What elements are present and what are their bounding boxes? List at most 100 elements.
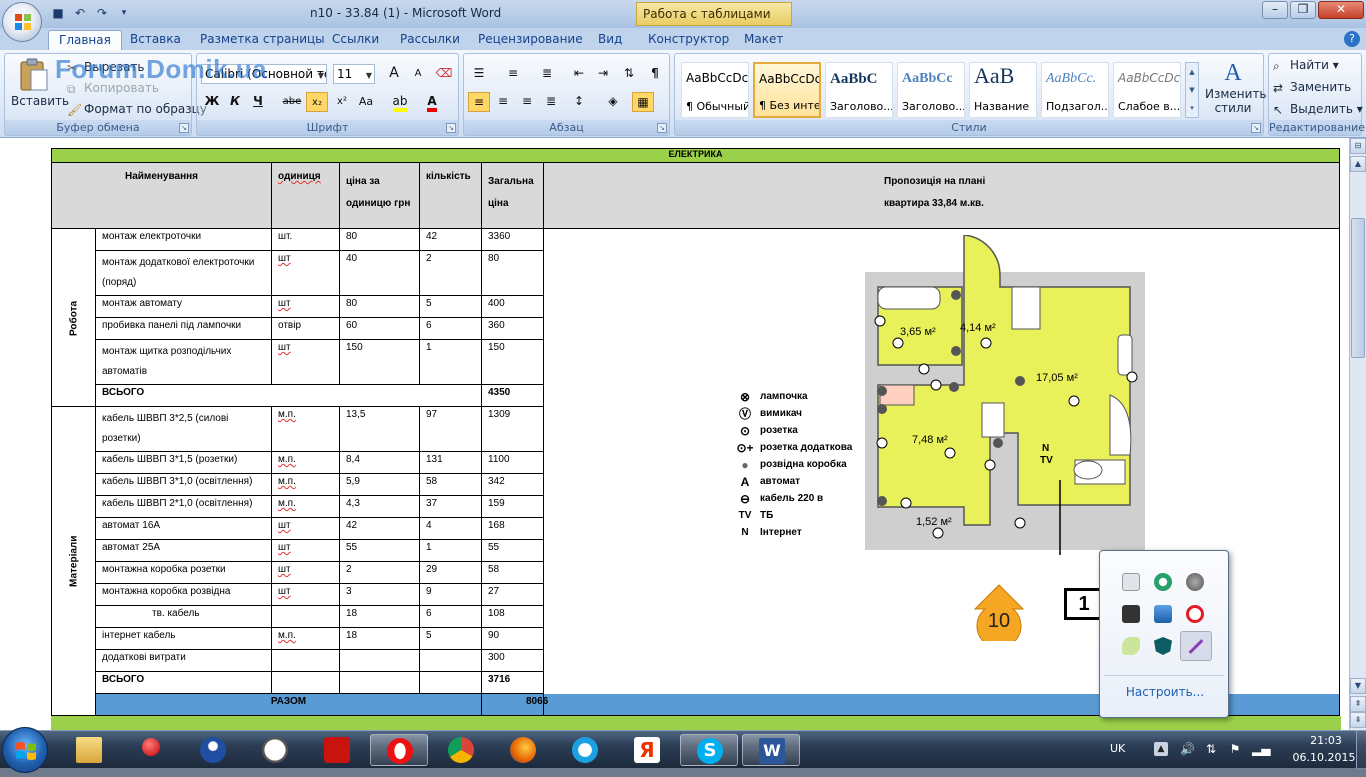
bullets-icon[interactable]: ☰ xyxy=(468,64,490,84)
minimize-button[interactable]: – xyxy=(1262,1,1288,19)
tab-mailings[interactable]: Рассылки xyxy=(390,30,470,50)
taskbar-user-app[interactable] xyxy=(184,734,242,766)
taskbar-yandex[interactable]: Я xyxy=(618,734,676,766)
style-normal[interactable]: AaBbCcDc ¶ Обычный xyxy=(681,62,749,118)
tab-home[interactable]: Главная xyxy=(48,30,122,50)
clock-date[interactable]: 06.10.2015 xyxy=(1286,751,1362,764)
change-styles-button[interactable]: A Изменить стили xyxy=(1205,60,1267,115)
numbering-icon[interactable]: ≡ xyxy=(502,64,524,84)
line-spacing-icon[interactable]: ↕ xyxy=(568,92,590,112)
taskbar-clock-app[interactable] xyxy=(246,734,304,766)
multilevel-list-icon[interactable]: ≣ xyxy=(536,64,558,84)
sort-icon[interactable]: ⇅ xyxy=(618,64,640,84)
network-tray-icon[interactable] xyxy=(1154,605,1172,623)
leaf-tray-icon[interactable] xyxy=(1122,637,1140,655)
action-center-icon[interactable]: ⚑ xyxy=(1228,742,1242,756)
shading-icon[interactable]: ◈ xyxy=(602,92,624,112)
align-left-icon[interactable]: ≡ xyxy=(468,92,490,112)
redo-icon[interactable]: ↷ xyxy=(94,5,110,21)
taskbar-explorer[interactable] xyxy=(60,734,118,766)
taskbar-pin-app[interactable] xyxy=(122,734,180,766)
office-button[interactable] xyxy=(2,2,42,42)
paragraph-launcher-icon[interactable]: ↘ xyxy=(657,123,667,133)
undo-icon[interactable]: ↶ xyxy=(72,5,88,21)
monitor-tray-icon[interactable] xyxy=(1122,605,1140,623)
style-subtle-emphasis[interactable]: AaBbCcDc Слабое в... xyxy=(1113,62,1181,118)
borders-icon[interactable]: ▦ xyxy=(632,92,654,112)
increase-indent-icon[interactable]: ⇥ xyxy=(592,64,614,84)
taskbar-ie[interactable] xyxy=(556,734,614,766)
font-launcher-icon[interactable]: ↘ xyxy=(446,123,456,133)
sync-tray-icon[interactable] xyxy=(1154,573,1172,591)
taskbar-pdf-app[interactable] xyxy=(308,734,366,766)
styles-scroll[interactable]: ▲ ▼ ▾ xyxy=(1185,62,1199,118)
clear-format-icon[interactable]: ⌫ xyxy=(433,64,455,84)
tray-configure-link[interactable]: Настроить... xyxy=(1100,685,1230,699)
taskbar-chrome[interactable] xyxy=(432,734,490,766)
style-subtitle[interactable]: AaBbCc. Подзагол... xyxy=(1041,62,1109,118)
bold-button[interactable]: Ж xyxy=(201,92,223,112)
shrink-font-button[interactable]: A xyxy=(407,64,429,84)
italic-button[interactable]: К xyxy=(224,92,246,112)
strikethrough-button[interactable]: abe xyxy=(281,92,303,112)
globe-tray-icon[interactable] xyxy=(1186,573,1204,591)
style-no-spacing[interactable]: AaBbCcDc ¶ Без инте... xyxy=(753,62,821,118)
format-painter-button[interactable]: 🖌 Формат по образцу xyxy=(67,102,207,117)
taskbar-opera[interactable] xyxy=(370,734,428,766)
font-color-icon[interactable]: A xyxy=(421,92,443,112)
scroll-down-icon[interactable]: ▼ xyxy=(1350,678,1366,694)
align-right-icon[interactable]: ≡ xyxy=(516,92,538,112)
underline-button[interactable]: Ч xyxy=(247,92,269,112)
show-hidden-icons-icon[interactable]: ▲ xyxy=(1154,742,1168,756)
show-desktop-button[interactable] xyxy=(1356,731,1366,769)
change-case-button[interactable]: Aa xyxy=(355,92,377,112)
find-button[interactable]: ⌕ Найти ▾ xyxy=(1273,58,1339,73)
tab-design[interactable]: Конструктор xyxy=(638,30,739,50)
paste-button[interactable]: Вставить xyxy=(11,94,69,108)
highlight-color-icon[interactable]: ab xyxy=(389,92,411,112)
network-icon[interactable]: ⇅ xyxy=(1204,742,1218,756)
tab-layout[interactable]: Макет xyxy=(734,30,793,50)
next-page-icon[interactable]: ⇟ xyxy=(1350,712,1366,728)
tab-view[interactable]: Вид xyxy=(588,30,632,50)
start-button[interactable] xyxy=(2,727,48,773)
select-button[interactable]: ↖ Выделить ▾ xyxy=(1273,102,1363,117)
save-icon[interactable]: ■ xyxy=(50,5,66,21)
align-center-icon[interactable]: ≡ xyxy=(492,92,514,112)
volume-icon[interactable]: 🔊 xyxy=(1180,742,1195,756)
show-marks-icon[interactable]: ¶ xyxy=(644,64,666,84)
taskbar-word[interactable]: W xyxy=(742,734,800,766)
clipboard-launcher-icon[interactable]: ↘ xyxy=(179,123,189,133)
justify-icon[interactable]: ≣ xyxy=(540,92,562,112)
tab-review[interactable]: Рецензирование xyxy=(468,30,593,50)
media-tray-icon[interactable] xyxy=(1186,605,1204,623)
prev-page-icon[interactable]: ⇞ xyxy=(1350,696,1366,712)
subscript-button[interactable]: x₂ xyxy=(306,92,328,112)
tab-page-layout[interactable]: Разметка страницы xyxy=(190,30,335,50)
help-icon[interactable]: ? xyxy=(1344,31,1360,47)
grow-font-button[interactable]: A xyxy=(383,64,405,84)
style-heading-2[interactable]: AaBbCc Заголово... xyxy=(897,62,965,118)
customize-qat-icon[interactable]: ▾ xyxy=(116,5,132,21)
vertical-scrollbar[interactable]: ⊟ ▲ ▼ ⇞ ⇟ xyxy=(1349,138,1366,730)
shield-tray-icon[interactable] xyxy=(1154,637,1172,655)
close-button[interactable]: ✕ xyxy=(1318,1,1364,19)
scroll-thumb[interactable] xyxy=(1351,218,1365,358)
taskbar-skype[interactable]: S xyxy=(680,734,738,766)
style-title[interactable]: AaB Название xyxy=(969,62,1037,118)
font-size-combo[interactable]: 11 ▼ xyxy=(333,64,375,84)
maximize-button[interactable]: ❐ xyxy=(1290,1,1316,19)
tab-references[interactable]: Ссылки xyxy=(322,30,389,50)
ruler-toggle-icon[interactable]: ⊟ xyxy=(1350,138,1366,154)
scroll-up-icon[interactable]: ▲ xyxy=(1350,156,1366,172)
pen-tray-icon[interactable] xyxy=(1180,631,1212,661)
tab-insert[interactable]: Вставка xyxy=(120,30,191,50)
decrease-indent-icon[interactable]: ⇤ xyxy=(568,64,590,84)
style-heading-1[interactable]: AaBbC Заголово... xyxy=(825,62,893,118)
styles-launcher-icon[interactable]: ↘ xyxy=(1251,123,1261,133)
superscript-button[interactable]: x² xyxy=(331,92,353,112)
signal-icon[interactable]: ▂▄ xyxy=(1252,742,1270,756)
paste-icon[interactable] xyxy=(19,58,49,92)
taskbar-firefox[interactable] xyxy=(494,734,552,766)
language-indicator[interactable]: UK xyxy=(1110,742,1125,755)
